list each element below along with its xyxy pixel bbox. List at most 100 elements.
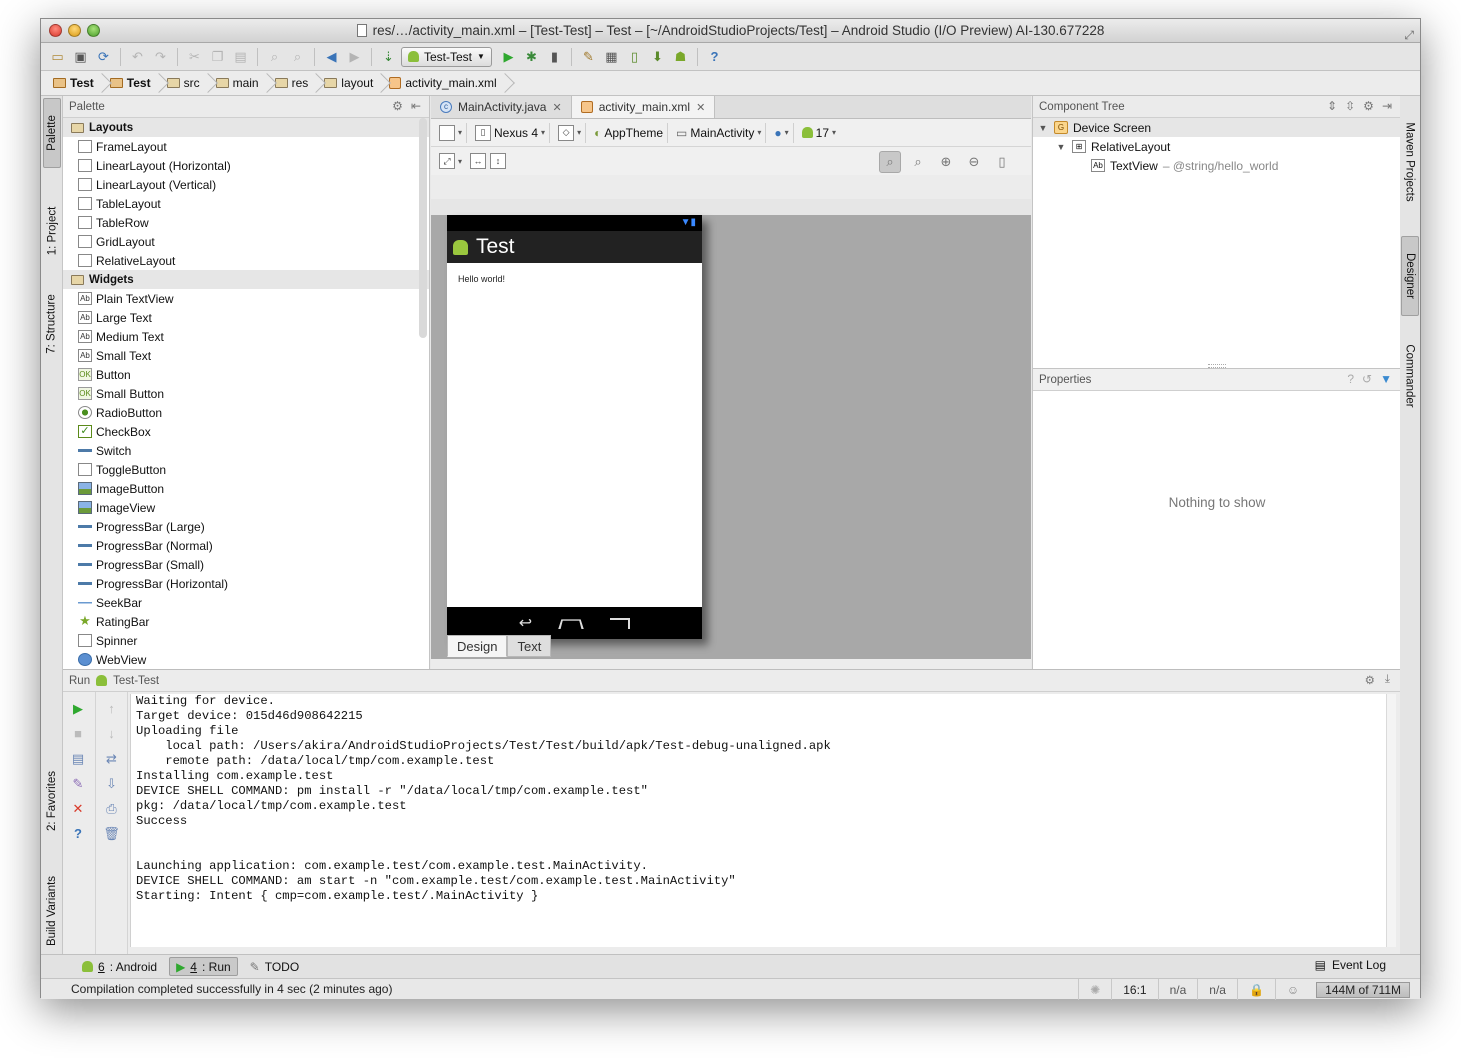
palette-item[interactable]: OK Small Button	[63, 384, 429, 403]
zoom-out-icon[interactable]: ⊖	[963, 151, 985, 173]
zoom-actual-icon[interactable]: ⌕	[907, 151, 929, 173]
sdk-manager-icon[interactable]: ⬇	[647, 46, 668, 67]
palette-item[interactable]: ToggleButton	[63, 460, 429, 479]
tree-node-device-screen[interactable]: ▼ G Device Screen	[1033, 118, 1400, 137]
activity-dropdown[interactable]: ▭ MainActivity ▾	[672, 122, 767, 143]
tab-event-log[interactable]: ▤ Event Log	[1315, 958, 1386, 972]
palette-item[interactable]: Switch	[63, 441, 429, 460]
device-preview[interactable]: ▼▮ Test Hello world! ↩	[447, 215, 702, 639]
tool-tab-build-variants[interactable]: Build Variants	[43, 866, 61, 956]
project-structure-icon[interactable]: ▦	[601, 46, 622, 67]
tab-mainactivity-java[interactable]: c MainActivity.java ✕	[431, 96, 572, 118]
locale-dropdown[interactable]: ● ▾	[770, 122, 794, 143]
lock-icon[interactable]: 🔒	[1236, 979, 1275, 1000]
collapse-all-icon[interactable]: ⇳	[1345, 99, 1355, 113]
breadcrumb-item[interactable]: Test	[106, 71, 155, 96]
palette-item[interactable]: ProgressBar (Large)	[63, 517, 429, 536]
breadcrumb-item[interactable]: Test	[49, 71, 98, 96]
palette-item[interactable]: Ab Small Text	[63, 346, 429, 365]
close-tab-icon[interactable]: ✕	[552, 101, 561, 114]
forward-icon[interactable]: ▶	[344, 46, 365, 67]
hide-panel-icon[interactable]: ⤓	[1385, 673, 1390, 687]
fill-width-icon[interactable]: ↔	[470, 153, 487, 169]
tab-todo[interactable]: ✎ TODO	[244, 957, 306, 976]
palette-item[interactable]: TableRow	[63, 213, 429, 232]
hector-icon[interactable]: ☺	[1274, 979, 1310, 1000]
fill-height-icon[interactable]: ↕	[490, 153, 507, 169]
hide-panel-icon[interactable]: ⇤	[411, 99, 421, 113]
tab-activity-main-xml[interactable]: activity_main.xml ✕	[571, 96, 716, 118]
filter-icon[interactable]: ▼	[1380, 372, 1392, 386]
avd-manager-icon[interactable]: ▯	[624, 46, 645, 67]
redo-icon[interactable]: ↷	[150, 46, 171, 67]
device-dropdown[interactable]: ▯ Nexus 4 ▾	[471, 122, 551, 143]
zoom-window-button[interactable]	[87, 24, 100, 37]
make-project-icon[interactable]: ⇣	[378, 46, 399, 67]
layout-config-dropdown[interactable]: ▾	[435, 122, 468, 143]
palette-group-layouts[interactable]: Layouts	[63, 118, 429, 137]
palette-item[interactable]: RadioButton	[63, 403, 429, 422]
palette-item[interactable]: ProgressBar (Small)	[63, 555, 429, 574]
monitor-icon[interactable]: ☗	[670, 46, 691, 67]
save-icon[interactable]: ▣	[70, 46, 91, 67]
tool-tab-commander[interactable]: Commander	[1401, 336, 1419, 416]
line-separator[interactable]: n/a	[1157, 979, 1198, 1000]
help-icon[interactable]: ?	[704, 46, 725, 67]
palette-item[interactable]: ✓ CheckBox	[63, 422, 429, 441]
gear-icon[interactable]: ⚙	[392, 99, 403, 113]
tab-design[interactable]: Design	[447, 635, 508, 657]
file-encoding[interactable]: n/a	[1197, 979, 1237, 1000]
debug-icon[interactable]: ✱	[521, 46, 542, 67]
console-output[interactable]: Waiting for device. Target device: 015d46…	[130, 694, 1396, 947]
replace-icon[interactable]: ⌕	[287, 46, 308, 67]
cut-icon[interactable]: ✂	[184, 46, 205, 67]
layout-icon[interactable]: ▤	[69, 750, 87, 767]
tool-tab-palette[interactable]: Palette	[43, 98, 61, 168]
palette-group-widgets[interactable]: Widgets	[63, 270, 429, 289]
close-run-icon[interactable]: ✕	[69, 800, 87, 817]
hello-textview[interactable]: Hello world!	[447, 263, 702, 607]
design-canvas[interactable]: ▼▮ Test Hello world! ↩ Design Text	[431, 199, 1031, 659]
gear-icon[interactable]: ⚙	[1363, 99, 1374, 113]
palette-item[interactable]: Ab Large Text	[63, 308, 429, 327]
gear-icon[interactable]: ⚙	[1365, 673, 1375, 687]
stop-icon[interactable]: ■	[69, 725, 87, 742]
zoom-fit-dropdown[interactable]: ⤢ ▾	[435, 151, 466, 171]
help-icon[interactable]: ?	[69, 825, 87, 842]
paste-icon[interactable]: ▤	[230, 46, 251, 67]
palette-item[interactable]: ProgressBar (Horizontal)	[63, 574, 429, 593]
splitter-handle[interactable]	[1208, 364, 1226, 368]
run-configuration-dropdown[interactable]: Test-Test ▼	[401, 46, 492, 67]
breadcrumb-item[interactable]: activity_main.xml	[385, 71, 500, 96]
settings-tools-icon[interactable]: ✎	[578, 46, 599, 67]
expand-arrow-icon[interactable]: ▼	[1037, 123, 1049, 133]
palette-item[interactable]: TableLayout	[63, 194, 429, 213]
palette-item[interactable]: OK Button	[63, 365, 429, 384]
undo-icon[interactable]: ↶	[127, 46, 148, 67]
print-icon[interactable]: ⎙	[103, 800, 121, 817]
palette-item[interactable]: ImageButton	[63, 479, 429, 498]
zoom-in-icon[interactable]: ⊕	[935, 151, 957, 173]
breadcrumb-item[interactable]: main	[212, 71, 263, 96]
breadcrumb-item[interactable]: layout	[320, 71, 377, 96]
tool-tab-designer[interactable]: Designer	[1401, 236, 1419, 316]
tool-tab-maven[interactable]: Maven Projects	[1401, 122, 1419, 202]
preview-options-icon[interactable]: ▯	[991, 151, 1013, 173]
tree-node-textview[interactable]: Ab TextView – @string/hello_world	[1033, 156, 1400, 175]
palette-item[interactable]: WebView	[63, 650, 429, 669]
find-icon[interactable]: ⌕	[264, 46, 285, 67]
tab-text[interactable]: Text	[507, 635, 552, 657]
palette-item[interactable]: Ab Plain TextView	[63, 289, 429, 308]
attach-debugger-icon[interactable]: ▮	[544, 46, 565, 67]
restore-default-icon[interactable]: ↺	[1362, 372, 1372, 386]
caret-position[interactable]: 16:1	[1111, 979, 1157, 1000]
copy-icon[interactable]: ❐	[207, 46, 228, 67]
memory-indicator[interactable]: 144M of 711M	[1316, 981, 1410, 998]
palette-item[interactable]: GridLayout	[63, 232, 429, 251]
orientation-dropdown[interactable]: ◇ ▾	[554, 122, 587, 143]
run-icon[interactable]: ▶	[498, 46, 519, 67]
minimize-window-button[interactable]	[68, 24, 81, 37]
scroll-down-icon[interactable]: ↓	[103, 725, 121, 742]
tool-tab-structure[interactable]: 7: Structure	[43, 284, 61, 364]
help-icon[interactable]: ?	[1347, 372, 1354, 386]
